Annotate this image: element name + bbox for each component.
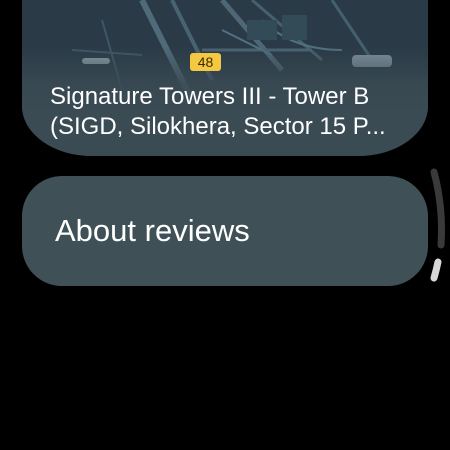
place-title-line-1: Signature Towers III - Tower B: [50, 83, 370, 110]
about-reviews-label: About reviews: [55, 213, 250, 248]
place-map-card[interactable]: 48 Signature Towers III - Tower B (SIGD,…: [22, 0, 428, 156]
place-title-line-2: (SIGD, Silokhera, Sector 15 P...: [50, 113, 386, 140]
watch-screen: 48 Signature Towers III - Tower B (SIGD,…: [0, 0, 450, 450]
place-title: Signature Towers III - Tower B (SIGD, Si…: [50, 82, 408, 142]
road-number-badge: 48: [190, 53, 221, 71]
about-reviews-button[interactable]: About reviews: [22, 176, 428, 286]
